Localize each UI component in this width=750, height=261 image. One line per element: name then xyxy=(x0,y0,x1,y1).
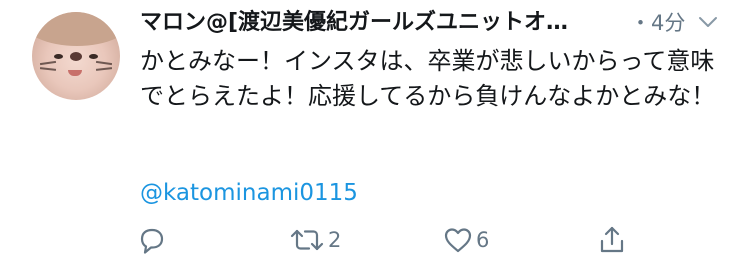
tweet-card[interactable]: マロン@[渡辺美優紀ガールズユニットオ… ・4分 かとみなー！インスタは、卒業が… xyxy=(0,0,750,261)
heart-icon xyxy=(444,228,472,253)
reply-button[interactable] xyxy=(136,224,170,256)
share-button[interactable] xyxy=(596,224,628,256)
retweet-icon xyxy=(290,229,324,251)
retweet-count: 2 xyxy=(328,228,342,252)
display-name[interactable]: マロン@[渡辺美優紀ガールズユニットオ… xyxy=(140,8,610,38)
chevron-down-icon[interactable] xyxy=(698,14,718,30)
timestamp[interactable]: ・4分 xyxy=(630,8,685,38)
retweet-button[interactable]: 2 xyxy=(288,224,341,256)
avatar[interactable] xyxy=(32,12,120,100)
mention-link[interactable]: @katominami0115 xyxy=(140,178,358,208)
like-button[interactable]: 6 xyxy=(442,224,489,256)
tweet-text: かとみなー！インスタは、卒業が悲しいからって意味でとらえたよ！応援してるから負け… xyxy=(140,47,716,110)
share-icon xyxy=(600,226,624,253)
like-count: 6 xyxy=(476,228,490,252)
reply-icon xyxy=(140,228,164,254)
